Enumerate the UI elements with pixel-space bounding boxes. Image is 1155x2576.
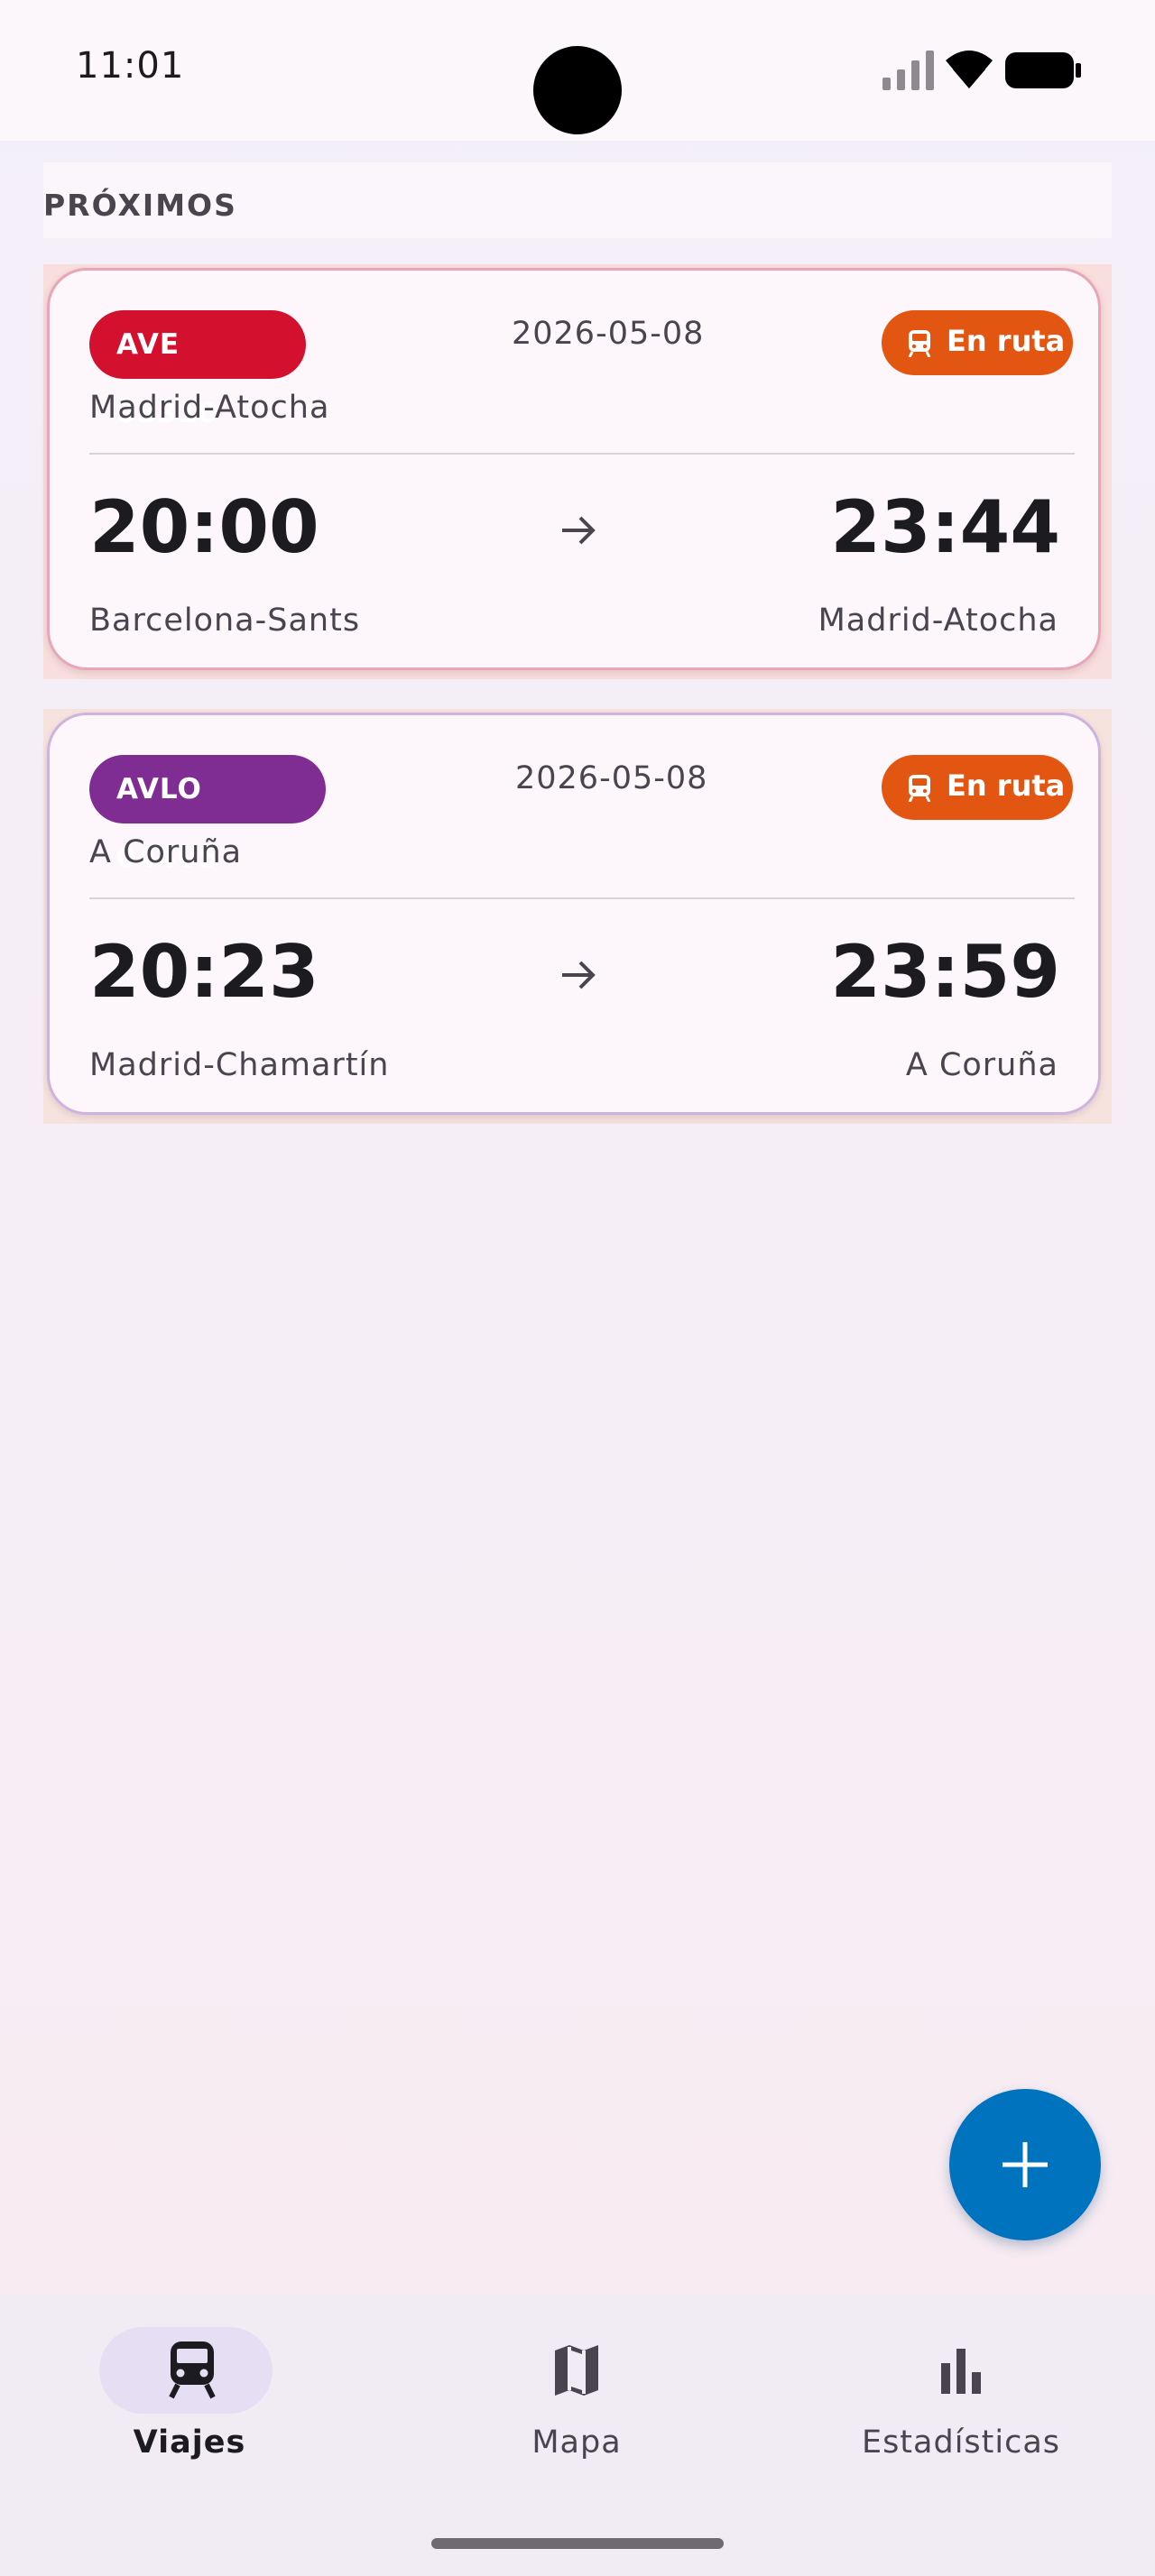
- train-icon: [169, 2341, 216, 2399]
- status-chip: En ruta: [882, 310, 1073, 375]
- status-chip: En ruta: [882, 755, 1073, 820]
- destination-station: A Coruña: [905, 1047, 1058, 1083]
- arrow-right-icon: [562, 961, 596, 989]
- plus-icon: [1003, 2142, 1048, 2187]
- card-divider: [89, 453, 1075, 455]
- camera-cutout: [533, 46, 622, 134]
- trip-date: 2026-05-08: [512, 316, 705, 352]
- train-icon: [908, 775, 931, 802]
- train-badge: AVLO 04405: [89, 755, 326, 874]
- status-bar: 11:01: [0, 0, 1155, 141]
- section-title: PRÓXIMOS: [43, 188, 237, 223]
- train-badge: AVE 03310: [89, 310, 306, 429]
- section-header: PRÓXIMOS: [43, 162, 1112, 238]
- add-trip-button[interactable]: [949, 2089, 1101, 2240]
- arrival-time: 23:59: [830, 930, 1060, 1014]
- departure-time: 20:23: [89, 930, 319, 1014]
- status-label: En ruta: [947, 324, 1066, 358]
- signal-icon: [882, 51, 934, 90]
- departure-time: 20:00: [89, 485, 319, 569]
- nav-item-estadisticas[interactable]: Estadísticas: [769, 2295, 1153, 2475]
- arrow-right-icon: [562, 516, 596, 545]
- origin-station: Madrid-Chamartín: [89, 1047, 390, 1083]
- trip-destination-header: Madrid-Atocha: [89, 390, 330, 426]
- bottom-navigation: Viajes Mapa Estadísticas: [0, 2295, 1155, 2576]
- trip-destination-header: A Coruña: [89, 834, 243, 870]
- destination-station: Madrid-Atocha: [818, 603, 1058, 639]
- battery-icon: [1005, 52, 1081, 88]
- nav-label: Estadísticas: [861, 2424, 1061, 2461]
- nav-item-viajes[interactable]: Viajes: [0, 2295, 384, 2475]
- nav-label: Viajes: [133, 2424, 246, 2461]
- trip-card-wrapper: AVLO 04405 2026-05-08 En ruta A Coruña 2…: [43, 709, 1112, 1124]
- trip-date: 2026-05-08: [515, 760, 708, 796]
- map-icon: [555, 2345, 598, 2396]
- status-time: 11:01: [76, 45, 185, 87]
- status-label: En ruta: [947, 768, 1066, 803]
- card-divider: [89, 897, 1075, 899]
- arrival-time: 23:44: [830, 485, 1060, 569]
- nav-label: Mapa: [531, 2424, 622, 2461]
- wifi-icon: [946, 51, 993, 88]
- bar-chart-icon: [941, 2349, 981, 2394]
- trip-card-wrapper: AVE 03310 2026-05-08 En ruta Madrid-Atoc…: [43, 264, 1112, 679]
- origin-station: Barcelona-Sants: [89, 603, 361, 639]
- trip-card[interactable]: AVLO 04405 2026-05-08 En ruta A Coruña 2…: [47, 713, 1101, 1115]
- nav-item-mapa[interactable]: Mapa: [384, 2295, 769, 2475]
- train-icon: [908, 330, 931, 357]
- home-indicator[interactable]: [431, 2538, 724, 2549]
- trip-card[interactable]: AVE 03310 2026-05-08 En ruta Madrid-Atoc…: [47, 268, 1101, 670]
